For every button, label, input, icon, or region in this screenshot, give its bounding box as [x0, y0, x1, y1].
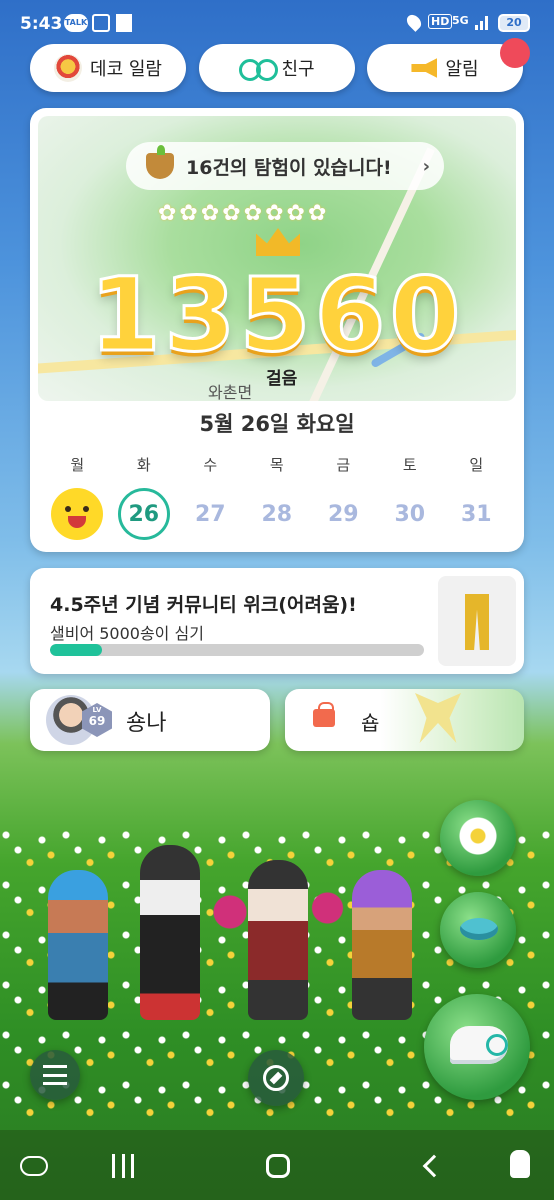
- expedition-text: 16건의 탐험이 있습니다!: [186, 156, 392, 179]
- weekday-label: 화: [136, 456, 151, 474]
- mission-subtitle: 샐비어 5000송이 심기: [50, 624, 204, 643]
- menu-button[interactable]: [30, 1050, 80, 1100]
- day-item: 29: [327, 501, 359, 527]
- cup-icon: [460, 918, 498, 940]
- status-bar: 5:43 TALK HD 5G 20: [0, 0, 554, 44]
- deco-list-button[interactable]: 데코 일람: [30, 44, 186, 92]
- plant-pot-icon: [146, 145, 174, 179]
- weekday-label: 토: [402, 456, 417, 474]
- whistle-button[interactable]: [424, 994, 530, 1100]
- weekday-label: 목: [269, 456, 284, 474]
- mission-card[interactable]: 4.5주년 기념 커뮤니티 위크(어려움)! 샐비어 5000송이 심기: [30, 568, 524, 674]
- touch-icon[interactable]: [510, 1150, 530, 1178]
- step-card: ✿ ✿ ✿ ✿ ✿ ✿ ✿ ✿ 16건의 탐험이 있습니다! › 13560 걸…: [30, 108, 524, 552]
- step-map[interactable]: ✿ ✿ ✿ ✿ ✿ ✿ ✿ ✿ 16건의 탐험이 있습니다! › 13560 걸…: [38, 116, 516, 401]
- 5g-icon: 5G: [452, 14, 469, 27]
- date-title: 5월 26일 화요일: [199, 412, 355, 436]
- weekday-label: 일: [469, 456, 484, 474]
- alarm-label: 알림: [445, 59, 479, 80]
- place-name: 와촌면: [208, 383, 253, 401]
- day-item: 31: [460, 501, 492, 527]
- back-icon[interactable]: [422, 1154, 446, 1178]
- weekday-label: 월: [70, 456, 85, 474]
- page-icon: [116, 14, 132, 32]
- chevron-right-icon: ›: [422, 155, 430, 177]
- character-blue-hat[interactable]: [48, 870, 108, 1020]
- day-row: 26 27 28 29 30 31: [44, 486, 510, 542]
- megaphone-icon: [411, 58, 438, 78]
- location-icon: [404, 12, 424, 32]
- battery-indicator: 20: [498, 14, 530, 32]
- scan-icon: [92, 14, 110, 32]
- pants-icon: [465, 594, 489, 650]
- day-today[interactable]: 26: [111, 486, 178, 542]
- character-purple-cat[interactable]: [352, 870, 412, 1020]
- menu-icon: [43, 1065, 67, 1085]
- flower-trail-icon: ✿ ✿ ✿ ✿ ✿ ✿ ✿ ✿: [158, 201, 326, 226]
- weekday-label: 수: [203, 456, 218, 474]
- home-icon[interactable]: [266, 1154, 290, 1178]
- level-prefix: LV: [92, 706, 102, 714]
- item-cup-button[interactable]: [440, 892, 516, 968]
- step-unit: 걸음: [266, 369, 298, 389]
- mission-progress-bar: [50, 644, 424, 656]
- mission-title: 4.5주년 기념 커뮤니티 위크(어려움)!: [50, 594, 357, 616]
- mission-progress-fill: [50, 644, 103, 656]
- profile-button[interactable]: LV 69 숑나: [30, 689, 270, 751]
- signal-icon: [475, 16, 488, 30]
- hd-icon: HD: [428, 14, 453, 29]
- crown-icon: [256, 228, 300, 256]
- shopping-bag-icon: [313, 702, 335, 727]
- shop-label: 숍: [361, 711, 380, 735]
- day-item: 27: [194, 501, 226, 527]
- weekday-row: 월 화 수 목 금 토 일: [44, 454, 510, 475]
- compass-button[interactable]: [248, 1050, 304, 1106]
- expedition-banner[interactable]: 16건의 탐험이 있습니다! ›: [126, 142, 444, 190]
- ribbon-icon: [415, 693, 461, 743]
- step-count: 13560: [88, 255, 465, 377]
- nickname: 숑나: [126, 711, 167, 736]
- compass-icon: [263, 1065, 289, 1091]
- status-time: 5:43: [20, 14, 63, 34]
- character-player[interactable]: [248, 860, 308, 1020]
- daisy-icon: [456, 814, 500, 858]
- whistle-icon: [450, 1026, 508, 1064]
- friend-button[interactable]: 친구: [199, 44, 355, 92]
- deco-icon: [54, 54, 83, 82]
- friend-icon: [239, 58, 279, 81]
- today-circle: 26: [117, 488, 170, 540]
- weekday-label: 금: [336, 456, 351, 474]
- shop-button[interactable]: 숍: [285, 689, 524, 751]
- character-skull-dress[interactable]: [140, 845, 200, 1020]
- deco-list-label: 데코 일람: [90, 59, 162, 80]
- reward-box: [438, 576, 516, 666]
- recent-apps-icon[interactable]: [112, 1154, 134, 1178]
- day-item: 30: [394, 501, 426, 527]
- day-monday[interactable]: [44, 486, 111, 542]
- day-item: 28: [261, 501, 293, 527]
- flower-plant-button[interactable]: [440, 800, 516, 876]
- talk-icon: TALK: [64, 14, 88, 32]
- friend-label: 친구: [281, 59, 315, 80]
- notification-dot: [500, 38, 530, 68]
- smiley-icon: [51, 488, 104, 540]
- system-nav-bar: [0, 1130, 554, 1200]
- gamepad-icon[interactable]: [20, 1156, 48, 1176]
